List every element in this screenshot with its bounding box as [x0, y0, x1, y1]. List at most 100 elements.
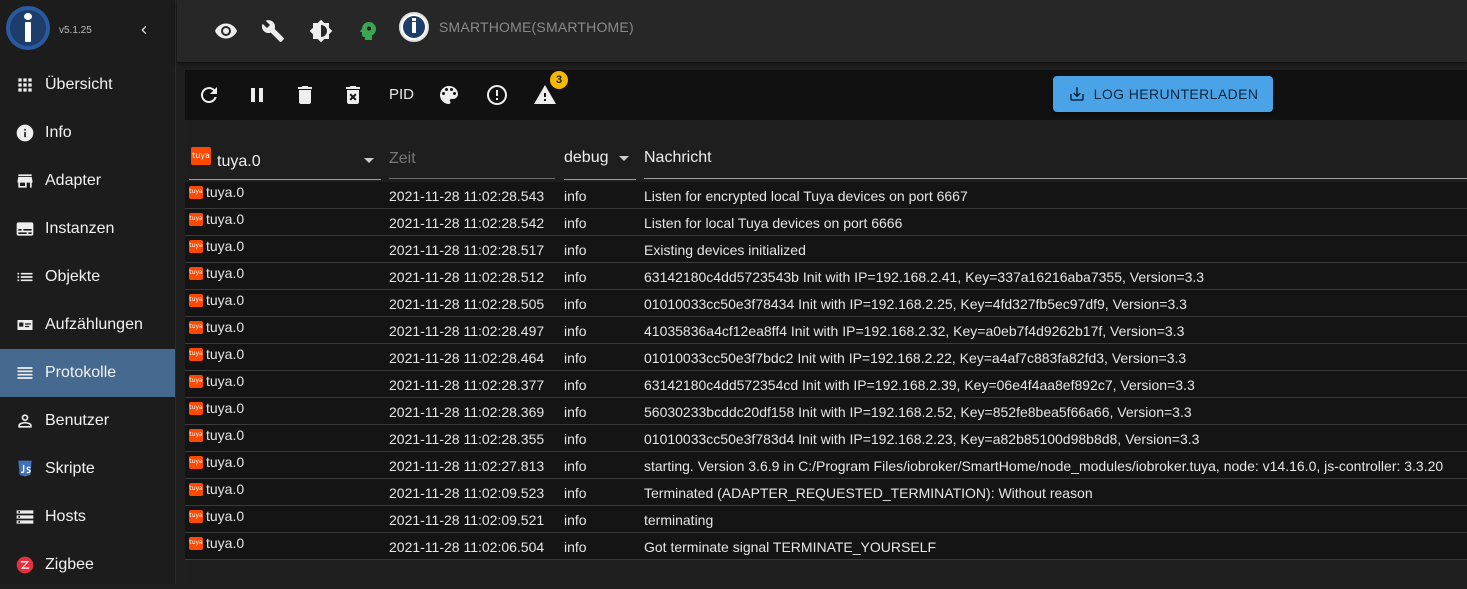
- row-source-label: tuya.0: [206, 508, 245, 524]
- tuya-logo-icon: [191, 147, 211, 165]
- refresh-icon[interactable]: [197, 83, 221, 107]
- app-version: v5.1.25: [59, 25, 92, 36]
- tuya-logo-icon: [189, 186, 203, 199]
- row-time: 2021-11-28 11:02:28.512: [389, 269, 545, 285]
- error-outline-icon[interactable]: [485, 83, 509, 107]
- host-name[interactable]: SMARTHOME(SMARTHOME): [439, 19, 634, 35]
- row-source-label: tuya.0: [206, 238, 245, 254]
- sidebar-item-objekte[interactable]: Objekte: [0, 253, 175, 301]
- row-source: tuya.0: [189, 346, 244, 364]
- row-source: tuya.0: [189, 238, 244, 256]
- row-source-label: tuya.0: [206, 454, 245, 470]
- sidebar-item-label: Protokolle: [45, 364, 117, 381]
- warning-count-badge: 3: [550, 71, 568, 89]
- adapter-filter-value: tuya.0: [217, 153, 261, 170]
- sidebar-item-uebersicht[interactable]: Übersicht: [0, 61, 175, 109]
- sidebar-item-label: Übersicht: [45, 76, 113, 93]
- table-row: tuya.0 2021-11-28 11:02:28.497 info 4103583…: [185, 317, 1467, 344]
- sidebar-item-benutzer[interactable]: Benutzer: [0, 397, 175, 445]
- row-level: info: [564, 485, 587, 501]
- level-filter-select[interactable]: debug: [564, 147, 636, 180]
- row-source-label: tuya.0: [206, 535, 245, 551]
- sidebar-item-zigbee[interactable]: Zigbee: [0, 541, 175, 589]
- sidebar-nav: Übersicht Info Adapter Instanzen Objekte Aufz…: [0, 61, 175, 589]
- tuya-logo-icon: [189, 537, 203, 550]
- pid-toggle[interactable]: PID: [389, 86, 414, 103]
- table-row: tuya.0 2021-11-28 11:02:09.521 info termina…: [185, 506, 1467, 533]
- sidebar-item-label: Info: [45, 124, 72, 141]
- row-message: Terminated (ADAPTER_REQUESTED_TERMINATIO…: [644, 485, 1093, 501]
- table-row: tuya.0 2021-11-28 11:02:28.543 info Listen …: [185, 182, 1467, 209]
- sidebar-item-hosts[interactable]: Hosts: [0, 493, 175, 541]
- apps-icon: [14, 74, 36, 96]
- row-level: info: [564, 296, 587, 312]
- row-source-label: tuya.0: [206, 481, 245, 497]
- row-time: 2021-11-28 11:02:28.464: [389, 350, 545, 366]
- brightness-icon[interactable]: [308, 18, 334, 44]
- sidebar-item-instanzen[interactable]: Instanzen: [0, 205, 175, 253]
- sidebar-item-label: Hosts: [45, 508, 86, 525]
- table-row: tuya.0 2021-11-28 11:02:09.523 info Termina…: [185, 479, 1467, 506]
- row-source: tuya.0: [189, 373, 244, 391]
- row-source: tuya.0: [189, 535, 244, 553]
- download-icon: [1069, 87, 1084, 101]
- row-source: tuya.0: [189, 265, 244, 283]
- sidebar-item-protokolle[interactable]: Protokolle: [0, 349, 175, 397]
- row-level: info: [564, 188, 587, 204]
- row-time: 2021-11-28 11:02:28.377: [389, 377, 545, 393]
- log-toolbar: PID 3 LOG HERUNTERLADEN: [185, 70, 1467, 120]
- row-level: info: [564, 269, 587, 285]
- log-table-header: tuya.0 Zeit debug Nachricht: [185, 120, 1467, 182]
- row-message: 63142180c4dd572354cd Init with IP=192.16…: [644, 377, 1195, 393]
- level-filter-value: debug: [564, 149, 609, 166]
- list-icon: [14, 266, 36, 288]
- featured-icon: [14, 314, 36, 336]
- tuya-logo-icon: [189, 483, 203, 496]
- sidebar-item-adapter[interactable]: Adapter: [0, 157, 175, 205]
- caret-down-icon: [364, 158, 374, 163]
- iobroker-logo-icon[interactable]: [6, 6, 50, 50]
- palette-icon[interactable]: [437, 83, 461, 107]
- row-level: info: [564, 323, 587, 339]
- delete-icon[interactable]: [293, 83, 317, 107]
- message-column-header: Nachricht: [644, 147, 1467, 179]
- sidebar-item-aufzaehlungen[interactable]: Aufzählungen: [0, 301, 175, 349]
- expert-head-icon[interactable]: [355, 18, 381, 44]
- row-source-label: tuya.0: [206, 427, 245, 443]
- row-source: tuya.0: [189, 211, 244, 229]
- log-table: tuya.0 Zeit debug Nachricht tuya.0 2021-1…: [185, 120, 1467, 584]
- time-filter-input[interactable]: Zeit: [389, 147, 555, 179]
- row-source-label: tuya.0: [206, 265, 245, 281]
- wrench-icon[interactable]: [260, 18, 286, 44]
- tuya-logo-icon: [189, 429, 203, 442]
- row-source-label: tuya.0: [206, 373, 245, 389]
- pause-icon[interactable]: [245, 83, 269, 107]
- row-time: 2021-11-28 11:02:09.523: [389, 485, 545, 501]
- row-message: 41035836a4cf12ea8ff4 Init with IP=192.16…: [644, 323, 1185, 339]
- row-source-label: tuya.0: [206, 292, 245, 308]
- row-source-label: tuya.0: [206, 211, 245, 227]
- host-logo-icon: [399, 12, 429, 42]
- row-level: info: [564, 215, 587, 231]
- row-message: Got terminate signal TERMINATE_YOURSELF: [644, 539, 937, 555]
- row-message: 56030233bcddc20df158 Init with IP=192.16…: [644, 404, 1192, 420]
- row-time: 2021-11-28 11:02:27.813: [389, 458, 545, 474]
- sidebar-item-skripte[interactable]: Skripte: [0, 445, 175, 493]
- download-log-button[interactable]: LOG HERUNTERLADEN: [1053, 76, 1273, 112]
- subtitles-icon: [14, 218, 36, 240]
- row-message: Listen for local Tuya devices on port 66…: [644, 215, 903, 231]
- chevron-left-icon[interactable]: [136, 20, 152, 40]
- adapter-filter-select[interactable]: tuya.0: [189, 147, 381, 180]
- table-row: tuya.0 2021-11-28 11:02:06.504 info Got ter…: [185, 533, 1467, 560]
- table-row: tuya.0 2021-11-28 11:02:27.813 info startin…: [185, 452, 1467, 479]
- row-time: 2021-11-28 11:02:09.521: [389, 512, 545, 528]
- sidebar-item-info[interactable]: Info: [0, 109, 175, 157]
- eye-icon[interactable]: [213, 18, 239, 44]
- table-row: tuya.0 2021-11-28 11:02:28.377 info 6314218…: [185, 371, 1467, 398]
- tuya-logo-icon: [189, 402, 203, 415]
- row-time: 2021-11-28 11:02:28.369: [389, 404, 545, 420]
- zigbee-icon: [14, 554, 36, 576]
- top-toolbar: SMARTHOME(SMARTHOME): [177, 0, 1467, 62]
- delete-forever-icon[interactable]: [341, 83, 365, 107]
- row-level: info: [564, 539, 587, 555]
